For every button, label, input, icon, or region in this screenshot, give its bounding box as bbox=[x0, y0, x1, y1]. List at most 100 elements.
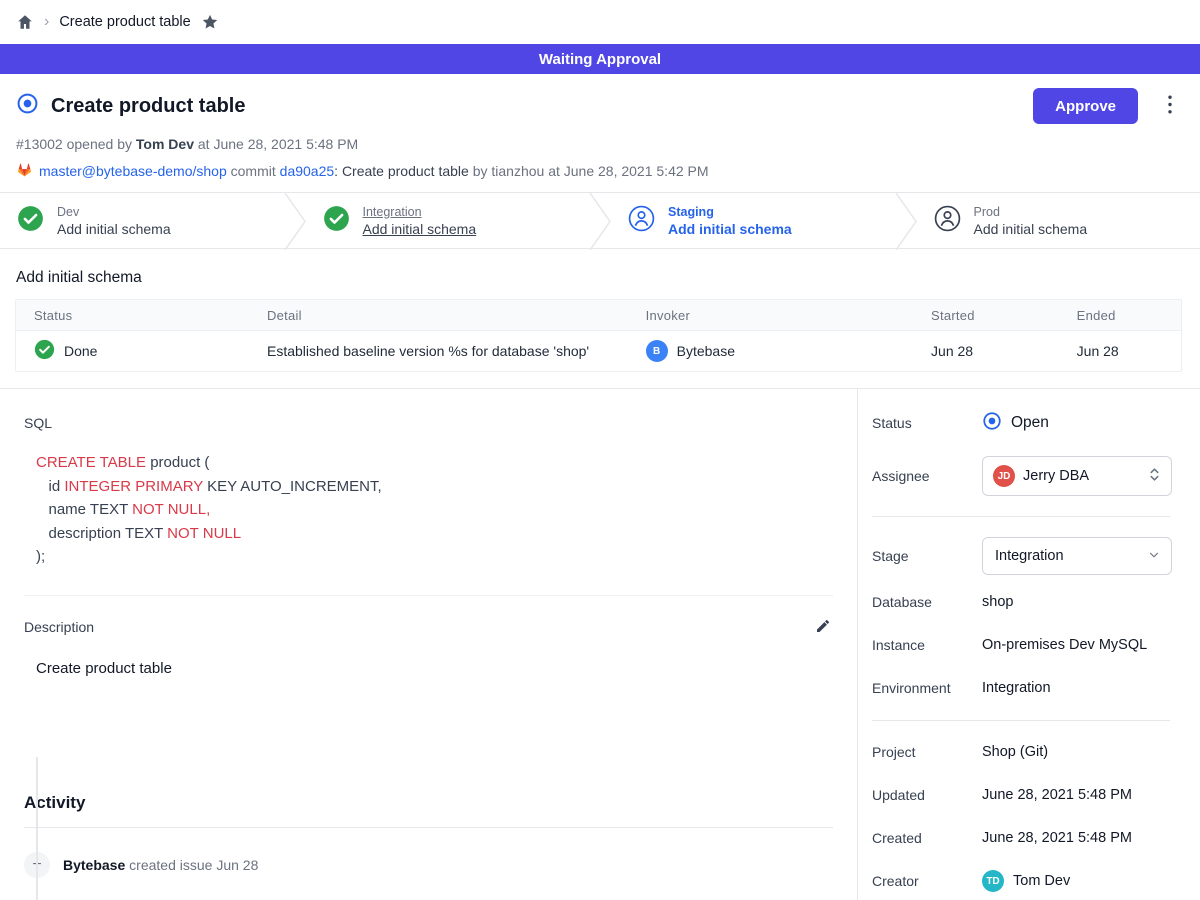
project-value[interactable]: Shop (Git) bbox=[982, 744, 1048, 760]
commit-message: : Create product table bbox=[334, 163, 469, 179]
favorite-star-icon[interactable] bbox=[201, 13, 219, 31]
commit-branch-link[interactable]: master@bytebase-demo/shop bbox=[39, 163, 227, 179]
assignee-row: Assignee JD Jerry DBA bbox=[872, 456, 1174, 496]
invoker-avatar: B bbox=[646, 340, 668, 362]
stage-staging[interactable]: Staging Add initial schema bbox=[611, 193, 895, 248]
issue-meta-suffix: at June 28, 2021 5:48 PM bbox=[198, 136, 358, 152]
status-banner: Waiting Approval bbox=[0, 44, 1200, 74]
instance-row: Instance On-premises Dev MySQL bbox=[872, 634, 1174, 656]
activity-divider bbox=[24, 827, 833, 828]
status-label: Status bbox=[872, 415, 982, 431]
stage-done-icon bbox=[17, 205, 44, 237]
task-invoker: Bytebase bbox=[677, 343, 735, 359]
issue-title: Create product table bbox=[51, 95, 245, 118]
issue-header: Create product table Approve #13002 open… bbox=[0, 74, 1200, 192]
description-label: Description bbox=[24, 619, 94, 635]
issue-meta-prefix: #13002 opened by bbox=[16, 136, 132, 152]
task-detail: Established baseline version %s for data… bbox=[249, 343, 628, 359]
status-banner-text: Waiting Approval bbox=[539, 51, 661, 68]
status-open-icon bbox=[982, 411, 1002, 435]
stage-task-label: Add initial schema bbox=[363, 221, 477, 237]
breadcrumb: › Create product table bbox=[0, 0, 1200, 44]
environment-value: Integration bbox=[982, 680, 1051, 696]
stage-task-label: Add initial schema bbox=[974, 221, 1088, 237]
stage-env-label: Prod bbox=[974, 205, 1088, 219]
sidebar-divider bbox=[872, 516, 1170, 517]
breadcrumb-page-title[interactable]: Create product table bbox=[59, 14, 190, 30]
kebab-menu-icon bbox=[1168, 102, 1172, 117]
stage-separator bbox=[284, 193, 306, 250]
project-row: Project Shop (Git) bbox=[872, 741, 1174, 763]
task-started: Jun 28 bbox=[913, 343, 1059, 359]
created-row: Created June 28, 2021 5:48 PM bbox=[872, 827, 1174, 849]
stage-task-label: Add initial schema bbox=[57, 221, 171, 237]
status-row: Status Open bbox=[872, 411, 1174, 435]
instance-label: Instance bbox=[872, 637, 982, 653]
stage-row: Stage Integration bbox=[872, 537, 1174, 575]
task-table: Status Detail Invoker Started Ended Done… bbox=[15, 299, 1182, 372]
approve-button[interactable]: Approve bbox=[1033, 88, 1138, 124]
environment-row: Environment Integration bbox=[872, 677, 1174, 699]
activity-action: created issue Jun 28 bbox=[129, 857, 258, 873]
assignee-label: Assignee bbox=[872, 468, 982, 484]
database-label: Database bbox=[872, 594, 982, 610]
task-table-header: Status Detail Invoker Started Ended bbox=[16, 300, 1181, 331]
table-row[interactable]: Done Established baseline version %s for… bbox=[16, 331, 1181, 371]
stepper-icon bbox=[1148, 466, 1161, 486]
sql-label: SQL bbox=[24, 415, 833, 431]
task-ended: Jun 28 bbox=[1059, 343, 1181, 359]
task-section: Add initial schema Status Detail Invoker… bbox=[0, 249, 1200, 388]
breadcrumb-separator-icon: › bbox=[44, 14, 49, 30]
instance-value[interactable]: On-premises Dev MySQL bbox=[982, 637, 1147, 653]
description-divider bbox=[24, 595, 833, 596]
done-check-icon bbox=[34, 339, 55, 363]
commit-info: master@bytebase-demo/shop commit da90a25… bbox=[16, 161, 1176, 180]
column-header-status: Status bbox=[16, 308, 249, 323]
stage-separator bbox=[895, 193, 917, 250]
issue-detail-pane: SQL CREATE TABLE product ( id INTEGER PR… bbox=[0, 389, 857, 900]
stage-integration[interactable]: Integration Add initial schema bbox=[306, 193, 590, 248]
task-section-title: Add initial schema bbox=[16, 269, 1182, 287]
creator-row: Creator TD Tom Dev bbox=[872, 870, 1174, 892]
chevron-down-icon bbox=[1147, 548, 1161, 565]
stage-done-icon bbox=[323, 205, 350, 237]
assignee-value: Jerry DBA bbox=[1023, 468, 1140, 484]
creator-value: Tom Dev bbox=[1013, 873, 1070, 889]
commit-byline: by tianzhou at June 28, 2021 5:42 PM bbox=[473, 163, 709, 179]
stage-select[interactable]: Integration bbox=[982, 537, 1172, 575]
issue-sidebar: Status Open Assignee JD Jerry DBA Stage bbox=[858, 389, 1200, 900]
commit-hash-link[interactable]: da90a25 bbox=[280, 163, 335, 179]
stage-dev[interactable]: Dev Add initial schema bbox=[0, 193, 284, 248]
database-row: Database shop bbox=[872, 591, 1174, 613]
updated-value: June 28, 2021 5:48 PM bbox=[982, 787, 1132, 803]
column-header-detail: Detail bbox=[249, 308, 628, 323]
creator-avatar: TD bbox=[982, 870, 1004, 892]
sidebar-divider bbox=[872, 720, 1170, 721]
pencil-icon bbox=[815, 622, 831, 637]
activity-actor: Bytebase bbox=[63, 857, 125, 873]
stage-pending-user-icon bbox=[934, 205, 961, 237]
column-header-started: Started bbox=[913, 308, 1059, 323]
home-icon[interactable] bbox=[16, 13, 34, 31]
stage-prod[interactable]: Prod Add initial schema bbox=[917, 193, 1200, 248]
assignee-select[interactable]: JD Jerry DBA bbox=[982, 456, 1172, 496]
sql-code: CREATE TABLE product ( id INTEGER PRIMAR… bbox=[36, 451, 833, 569]
stage-task-label: Add initial schema bbox=[668, 221, 792, 237]
created-value: June 28, 2021 5:48 PM bbox=[982, 830, 1132, 846]
issue-meta: #13002 opened by Tom Dev at June 28, 202… bbox=[16, 136, 1176, 152]
gitlab-icon bbox=[16, 161, 33, 180]
created-label: Created bbox=[872, 830, 982, 846]
stage-env-label: Staging bbox=[668, 205, 792, 219]
more-actions-button[interactable] bbox=[1164, 91, 1176, 121]
stage-separator bbox=[589, 193, 611, 250]
creator-label: Creator bbox=[872, 873, 982, 889]
database-value[interactable]: shop bbox=[982, 594, 1013, 610]
status-value: Open bbox=[1011, 414, 1049, 432]
updated-row: Updated June 28, 2021 5:48 PM bbox=[872, 784, 1174, 806]
stage-env-label: Integration bbox=[363, 205, 477, 219]
activity-item: + Bytebase created issue Jun 28 bbox=[24, 852, 833, 878]
column-header-ended: Ended bbox=[1059, 308, 1181, 323]
commit-label: commit bbox=[231, 163, 276, 179]
assignee-avatar: JD bbox=[993, 465, 1015, 487]
edit-description-button[interactable] bbox=[813, 616, 833, 639]
